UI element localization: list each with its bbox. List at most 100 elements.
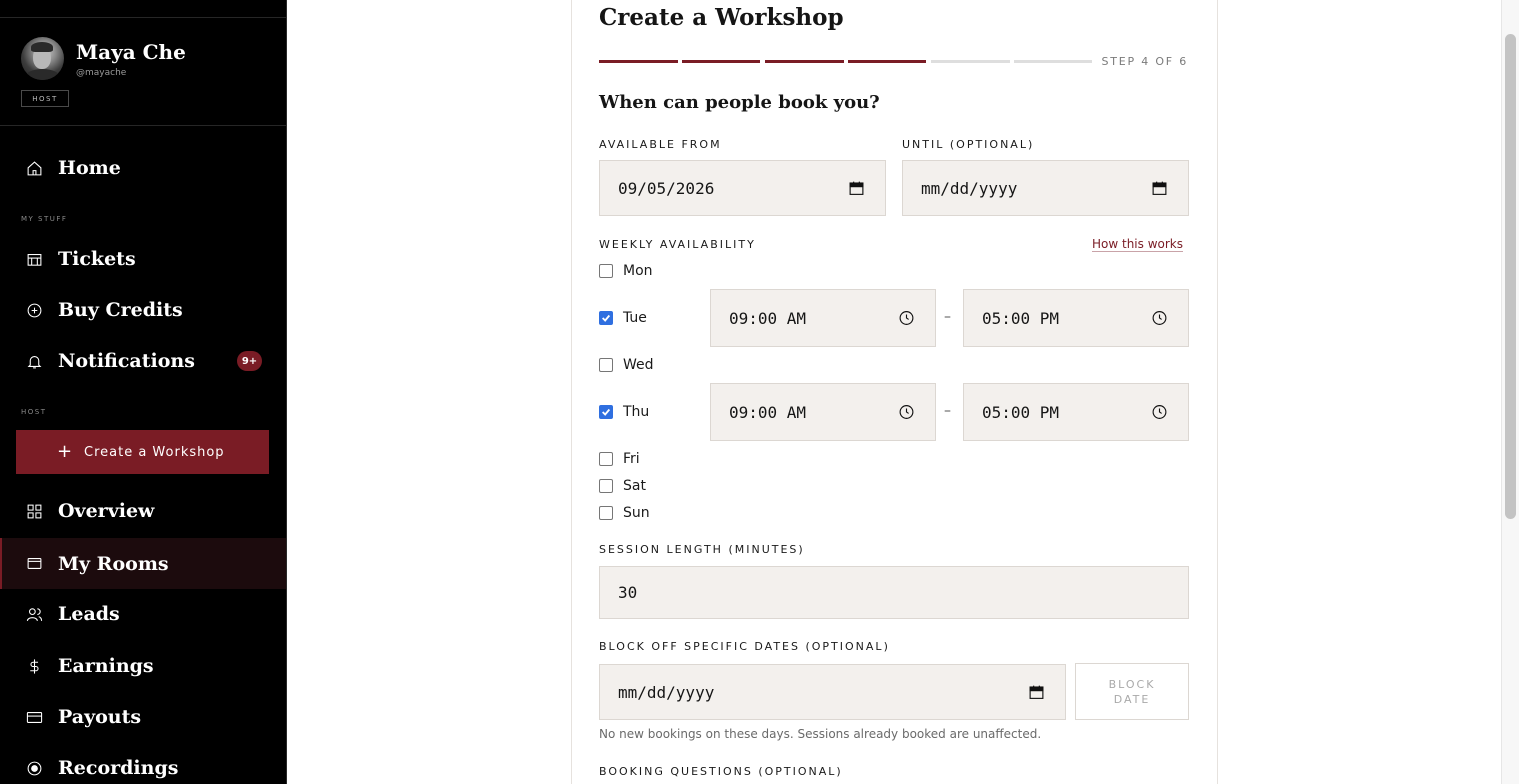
page-scrollbar-thumb[interactable] xyxy=(1505,34,1516,519)
sun-checkbox[interactable] xyxy=(599,506,613,520)
step-segment xyxy=(931,60,1010,63)
grid-icon xyxy=(26,503,43,520)
mon-checkbox[interactable] xyxy=(599,264,613,278)
sidebar-item-label: My Rooms xyxy=(58,552,169,575)
step-segment xyxy=(765,60,844,63)
until-placeholder: mm/dd/yyyy xyxy=(921,178,1018,198)
home-icon xyxy=(26,160,43,177)
record-icon xyxy=(26,760,43,777)
available-from-date-input[interactable]: 09/05/2026 xyxy=(599,160,886,216)
sidebar-item-label: Overview xyxy=(58,500,155,522)
ticket-icon xyxy=(26,251,43,268)
profile-name: Maya Che xyxy=(76,40,186,64)
plus-icon: + xyxy=(57,441,73,462)
block-date-button-label: BLOCK DATE xyxy=(1108,677,1156,706)
calendar-icon[interactable] xyxy=(1151,180,1168,197)
fri-checkbox[interactable] xyxy=(599,452,613,466)
bell-icon xyxy=(26,353,43,370)
step-segment xyxy=(599,60,678,63)
sidebar-item-label: Leads xyxy=(58,603,120,625)
thu-end-value: 05:00 PM xyxy=(982,402,1060,422)
block-date-button[interactable]: BLOCK DATE xyxy=(1075,663,1189,720)
tue-end-value: 05:00 PM xyxy=(982,308,1060,328)
sidebar-item-payouts[interactable]: Payouts xyxy=(0,692,286,742)
step-indicator: STEP 4 OF 6 xyxy=(1101,55,1188,68)
users-icon xyxy=(26,606,43,623)
booking-questions-label: BOOKING QUESTIONS (OPTIONAL) xyxy=(599,765,843,778)
sat-checkbox[interactable] xyxy=(599,479,613,493)
range-separator: – xyxy=(944,309,951,325)
thu-start-time-input[interactable]: 09:00 AM xyxy=(710,383,936,441)
day-label: Fri xyxy=(623,451,640,467)
sidebar-item-label: Payouts xyxy=(58,706,142,728)
day-row-thu: Thu xyxy=(599,404,649,420)
sidebar-item-my-rooms[interactable]: My Rooms xyxy=(0,538,286,589)
clock-icon[interactable] xyxy=(1151,310,1168,327)
wed-checkbox[interactable] xyxy=(599,358,613,372)
sidebar-section-host: HOST xyxy=(21,408,47,416)
sidebar-item-recordings[interactable]: Recordings xyxy=(0,743,286,784)
sidebar-item-earnings[interactable]: Earnings xyxy=(0,641,286,691)
session-length-label: SESSION LENGTH (MINUTES) xyxy=(599,543,805,556)
sidebar-item-home[interactable]: Home xyxy=(0,143,286,193)
tue-end-time-input[interactable]: 05:00 PM xyxy=(963,289,1189,347)
sidebar-item-tickets[interactable]: Tickets xyxy=(0,234,286,284)
sidebar-item-label: Buy Credits xyxy=(58,299,183,321)
tue-checkbox[interactable] xyxy=(599,311,613,325)
user-profile[interactable]: Maya Che @mayache HOST xyxy=(21,37,271,109)
dollar-icon xyxy=(26,658,43,675)
day-row-sat: Sat xyxy=(599,478,646,494)
day-row-sun: Sun xyxy=(599,505,650,521)
day-row-mon: Mon xyxy=(599,263,653,279)
until-date-input[interactable]: mm/dd/yyyy xyxy=(902,160,1189,216)
notifications-badge: 9+ xyxy=(237,351,262,371)
clock-icon[interactable] xyxy=(898,404,915,421)
create-workshop-button[interactable]: + Create a Workshop xyxy=(16,430,269,474)
sidebar-item-leads[interactable]: Leads xyxy=(0,589,286,639)
profile-handle: @mayache xyxy=(76,68,127,78)
sidebar-item-label: Recordings xyxy=(58,757,179,779)
available-from-value: 09/05/2026 xyxy=(618,178,715,198)
sidebar-item-label: Home xyxy=(58,157,121,179)
day-label: Thu xyxy=(623,404,650,420)
avatar[interactable] xyxy=(21,37,64,80)
clock-icon[interactable] xyxy=(1151,404,1168,421)
sidebar-section-my-stuff: MY STUFF xyxy=(21,215,68,223)
clock-icon[interactable] xyxy=(898,310,915,327)
step-segment xyxy=(848,60,926,63)
day-row-wed: Wed xyxy=(599,357,654,373)
create-workshop-label: Create a Workshop xyxy=(84,444,225,460)
thu-end-time-input[interactable]: 05:00 PM xyxy=(963,383,1189,441)
calendar-icon[interactable] xyxy=(1028,684,1045,701)
room-icon xyxy=(26,555,43,572)
how-this-works-link[interactable]: How this works xyxy=(1092,237,1183,252)
credit-coin-icon xyxy=(26,302,43,319)
available-from-label: AVAILABLE FROM xyxy=(599,138,722,151)
block-dates-hint: No new bookings on these days. Sessions … xyxy=(599,727,1042,741)
page-title: Create a Workshop xyxy=(599,4,844,31)
sidebar-item-buy-credits[interactable]: Buy Credits xyxy=(0,285,286,335)
sidebar-divider xyxy=(0,125,286,126)
step-segment xyxy=(1014,60,1092,63)
block-date-input[interactable]: mm/dd/yyyy xyxy=(599,664,1066,720)
tue-start-time-input[interactable]: 09:00 AM xyxy=(710,289,936,347)
block-date-placeholder: mm/dd/yyyy xyxy=(618,682,715,702)
sidebar-item-notifications[interactable]: Notifications 9+ xyxy=(0,336,286,386)
section-heading: When can people book you? xyxy=(599,92,880,113)
thu-checkbox[interactable] xyxy=(599,405,613,419)
day-label: Wed xyxy=(623,357,654,373)
range-separator: – xyxy=(944,403,951,419)
day-row-tue: Tue xyxy=(599,310,647,326)
day-label: Tue xyxy=(623,310,647,326)
host-badge: HOST xyxy=(21,90,69,107)
calendar-icon[interactable] xyxy=(848,180,865,197)
sidebar-item-label: Notifications xyxy=(58,350,195,372)
tue-start-value: 09:00 AM xyxy=(729,308,807,328)
card-icon xyxy=(26,709,43,726)
day-label: Mon xyxy=(623,263,653,279)
session-length-input[interactable]: 30 xyxy=(599,566,1189,619)
sidebar-item-overview[interactable]: Overview xyxy=(0,486,286,536)
until-label: UNTIL (OPTIONAL) xyxy=(902,138,1035,151)
block-dates-label: BLOCK OFF SPECIFIC DATES (OPTIONAL) xyxy=(599,640,890,653)
day-row-fri: Fri xyxy=(599,451,640,467)
